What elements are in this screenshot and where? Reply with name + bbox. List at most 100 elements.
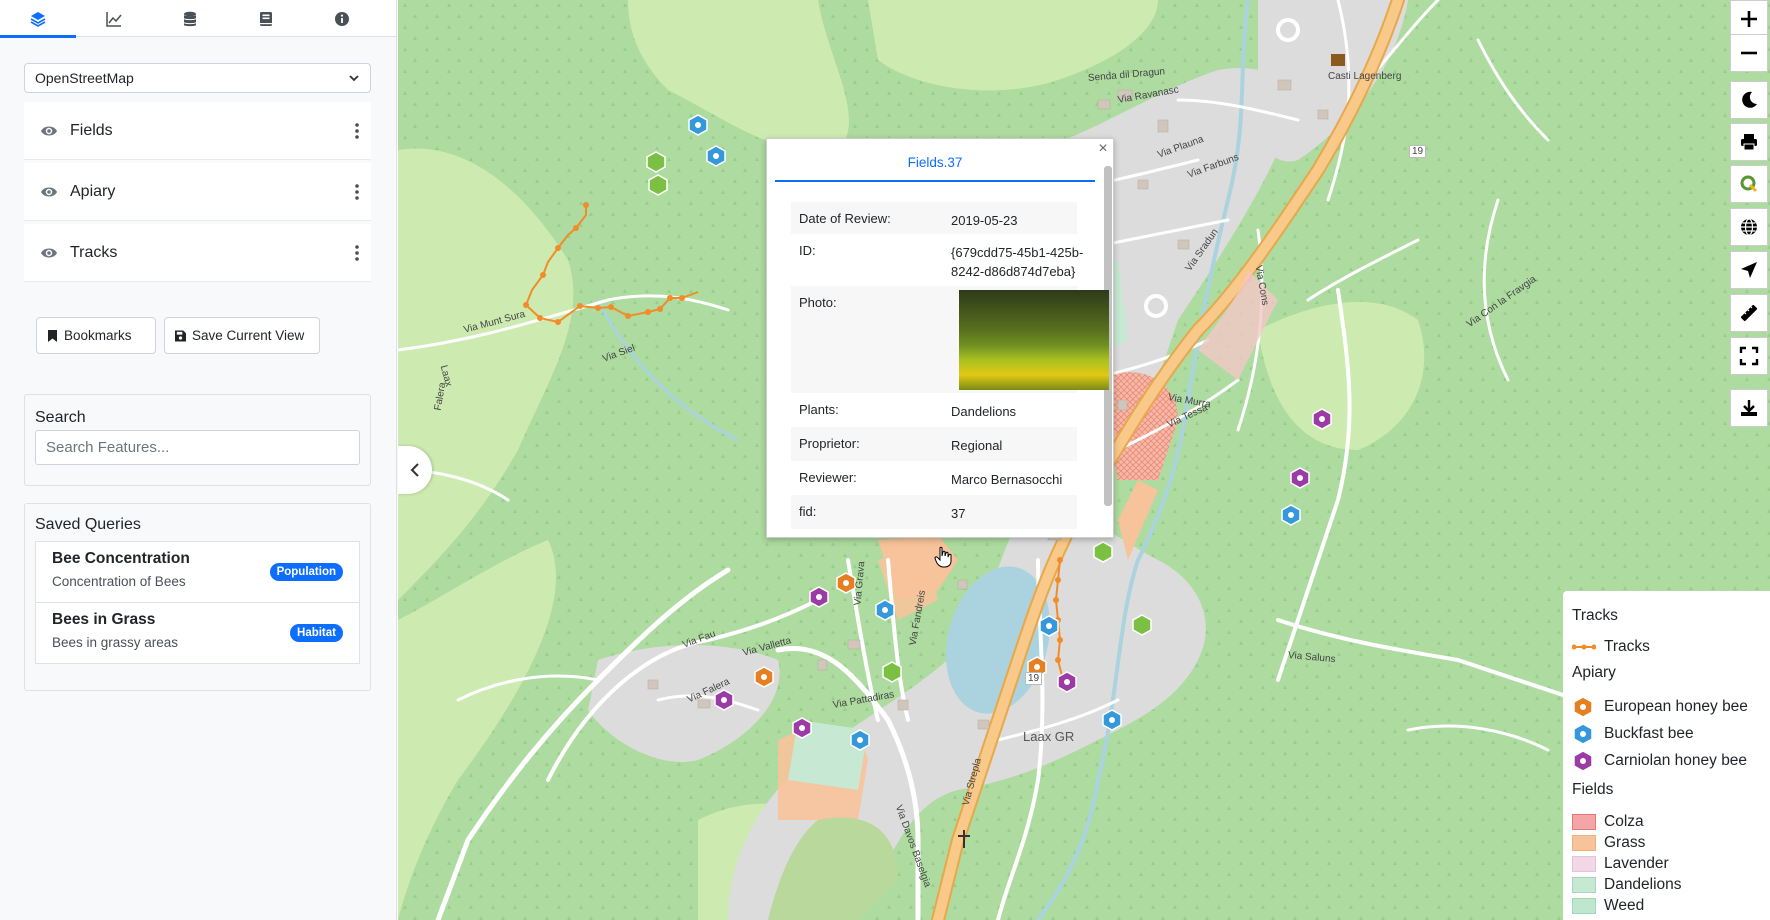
- tab-info[interactable]: [304, 0, 380, 37]
- bee-marker-buckfast[interactable]: [706, 145, 726, 167]
- bee-marker-buckfast[interactable]: [875, 599, 895, 621]
- globe-button[interactable]: [1730, 208, 1768, 246]
- bee-marker-buckfast[interactable]: [1039, 615, 1059, 637]
- more-options-icon[interactable]: [355, 184, 359, 200]
- tab-book[interactable]: [228, 0, 304, 37]
- saved-query-badge: Habitat: [290, 624, 343, 642]
- saved-query-item[interactable]: Bees in Grass Bees in grassy areas Habit…: [35, 602, 360, 664]
- search-panel: Search: [24, 394, 371, 486]
- legend-item-label: Grass: [1604, 834, 1646, 851]
- bee-marker-carniolan[interactable]: [1312, 408, 1332, 430]
- ruler-icon: [1740, 304, 1758, 322]
- road-shield: 19: [1409, 145, 1427, 158]
- popup-row-key: Plants:: [799, 402, 839, 417]
- field-marker[interactable]: [1093, 541, 1113, 563]
- globe-icon: [1741, 218, 1757, 236]
- saved-queries-title: Saved Queries: [35, 516, 141, 533]
- moon-icon: [1742, 91, 1757, 108]
- field-marker[interactable]: [882, 661, 902, 683]
- qgis-button[interactable]: [1730, 165, 1768, 203]
- bee-marker-buckfast[interactable]: [1102, 709, 1122, 731]
- legend-item-label: Colza: [1604, 813, 1644, 830]
- print-button[interactable]: [1730, 123, 1768, 161]
- more-options-icon[interactable]: [355, 245, 359, 261]
- sidebar: OpenStreetMap Fields Apiary Tracks Bookm…: [0, 0, 397, 920]
- popup-row-key: Photo:: [799, 295, 837, 310]
- legend-item: Grass: [1572, 834, 1645, 852]
- tab-database[interactable]: [152, 0, 228, 37]
- field-marker[interactable]: [648, 174, 668, 196]
- measure-button[interactable]: [1730, 294, 1768, 332]
- photo-thumbnail[interactable]: [959, 290, 1109, 390]
- bee-marker-carniolan[interactable]: [792, 717, 812, 739]
- bee-marker-carniolan[interactable]: [1057, 671, 1077, 693]
- eye-icon[interactable]: [40, 185, 58, 199]
- eye-icon[interactable]: [40, 246, 58, 260]
- bee-hex-icon: [1573, 696, 1593, 718]
- fullscreen-icon: [1739, 346, 1759, 366]
- map-label: Casti Lagenberg: [1328, 71, 1402, 82]
- dark-mode-button[interactable]: [1730, 81, 1768, 119]
- popup-row-value: 2019-05-23: [951, 213, 1018, 228]
- legend-item-label: Carniolan honey bee: [1604, 752, 1748, 769]
- eye-icon[interactable]: [40, 124, 58, 138]
- bee-marker-european[interactable]: [836, 572, 856, 594]
- basemap-select[interactable]: OpenStreetMap: [24, 63, 371, 93]
- layer-label: Fields: [70, 121, 113, 139]
- weed-swatch: [1572, 898, 1596, 914]
- tab-layers[interactable]: [0, 0, 76, 38]
- popup-row-key: Reviewer:: [799, 470, 857, 485]
- zoom-in-button[interactable]: [1730, 0, 1768, 38]
- chevron-left-icon: [410, 463, 419, 477]
- bee-marker-buckfast[interactable]: [688, 114, 708, 136]
- layer-item-tracks[interactable]: Tracks: [24, 224, 371, 282]
- map-label-town: Laax GR: [1023, 729, 1075, 744]
- bookmarks-button[interactable]: Bookmarks: [36, 317, 156, 354]
- hand-cursor-icon: [934, 546, 952, 568]
- popup-row-value: Regional: [951, 438, 1003, 453]
- saved-query-badge: Population: [269, 563, 343, 581]
- bee-marker-carniolan[interactable]: [809, 586, 829, 608]
- minus-icon: [1741, 51, 1757, 55]
- track-line-icon: [1572, 644, 1596, 650]
- zoom-out-button[interactable]: [1730, 34, 1768, 72]
- plus-icon: [1741, 11, 1757, 27]
- bee-marker-carniolan[interactable]: [1290, 467, 1310, 489]
- layer-item-apiary[interactable]: Apiary: [24, 163, 371, 221]
- field-marker[interactable]: [1132, 614, 1152, 636]
- search-title: Search: [35, 409, 86, 426]
- lavender-swatch: [1572, 856, 1596, 872]
- field-marker[interactable]: [646, 151, 666, 173]
- download-icon: [1741, 400, 1757, 416]
- bee-marker-buckfast[interactable]: [1281, 504, 1301, 526]
- bee-marker-european[interactable]: [754, 666, 774, 688]
- fullscreen-button[interactable]: [1730, 337, 1768, 375]
- popup-row: Plants: Dandelions: [791, 393, 1077, 427]
- bookmark-icon: [48, 329, 57, 342]
- tab-charts[interactable]: [76, 0, 152, 37]
- popup-row: fid: 37: [791, 495, 1077, 529]
- popup-row-key: Proprietor:: [799, 436, 860, 451]
- search-input[interactable]: [35, 430, 360, 465]
- layer-item-fields[interactable]: Fields: [24, 102, 371, 160]
- saved-query-item[interactable]: Bee Concentration Concentration of Bees …: [35, 541, 360, 603]
- info-icon: [335, 11, 349, 26]
- legend-item: Tracks: [1572, 638, 1650, 656]
- legend-item: Carniolan honey bee: [1572, 750, 1747, 772]
- save-current-view-button[interactable]: Save Current View: [164, 317, 320, 354]
- download-button[interactable]: [1730, 389, 1768, 427]
- legend-item: Lavender: [1572, 855, 1669, 873]
- popup-tab-title[interactable]: Fields.37: [775, 152, 1095, 182]
- popup-row-key: Date of Review:: [799, 211, 891, 226]
- legend-item-label: Tracks: [1604, 638, 1650, 655]
- popup-row: Date of Review: 2019-05-23: [791, 202, 1077, 234]
- popup-row: Photo:: [791, 286, 1109, 393]
- saved-queries-panel: Saved Queries Bee Concentration Concentr…: [24, 503, 371, 691]
- bookmarks-label: Bookmarks: [64, 328, 132, 343]
- popup-row-key: fid:: [799, 504, 817, 519]
- bee-marker-buckfast[interactable]: [850, 729, 870, 751]
- locate-button[interactable]: [1730, 251, 1768, 289]
- popup-row-value: Dandelions: [951, 404, 1017, 419]
- bee-marker-carniolan[interactable]: [714, 689, 734, 711]
- more-options-icon[interactable]: [355, 123, 359, 139]
